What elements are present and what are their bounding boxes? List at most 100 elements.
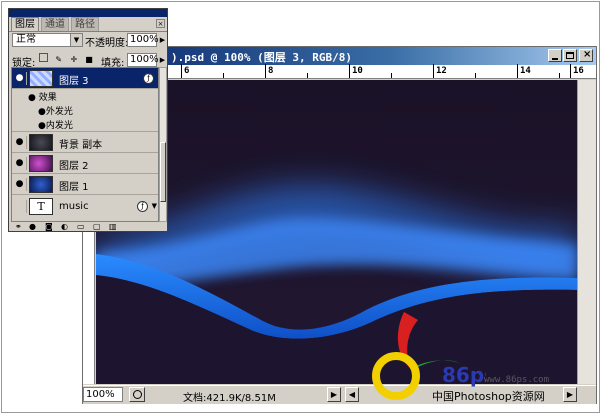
document-title: ).psd @ 100% (图层 3, RGB/8) bbox=[171, 51, 352, 64]
eye-icon[interactable]: ● bbox=[13, 157, 27, 170]
scrollbar-thumb[interactable] bbox=[160, 142, 166, 202]
opacity-field[interactable]: 100% bbox=[127, 33, 159, 47]
link-icon[interactable]: ⚭ bbox=[15, 223, 22, 231]
ruler-tick bbox=[391, 73, 392, 78]
lock-transparency-icon[interactable] bbox=[39, 53, 48, 62]
eye-icon[interactable]: ● bbox=[13, 178, 27, 191]
panel-tabs: 图层 通道 路径 × bbox=[9, 17, 167, 32]
panel-title-bar[interactable] bbox=[9, 9, 167, 17]
ruler-tick bbox=[517, 64, 518, 78]
blend-mode-select[interactable]: 正常 ▼ bbox=[12, 33, 83, 47]
fx-icon[interactable]: ƒ bbox=[137, 201, 148, 212]
eye-icon[interactable]: ● bbox=[13, 136, 27, 149]
layer-row-layer3[interactable]: ● 图层 3 ƒ bbox=[12, 68, 158, 89]
logo-text: 86ps bbox=[442, 363, 486, 387]
layer-row-layer2[interactable]: ● 图层 2 bbox=[12, 153, 158, 174]
close-button[interactable]: × bbox=[579, 49, 593, 62]
ruler-tick bbox=[559, 73, 560, 78]
effects-label: ● 效果 bbox=[28, 93, 57, 103]
maximize-icon bbox=[566, 52, 574, 59]
ruler-number: 16 bbox=[573, 66, 584, 76]
ruler-tick bbox=[265, 64, 266, 78]
site-name: 中国Photoshop资源网 bbox=[432, 390, 545, 403]
outer-glow-label: ●外发光 bbox=[38, 107, 73, 117]
ruler-number: 6 bbox=[184, 66, 190, 76]
fill-field[interactable]: 100% bbox=[127, 53, 159, 67]
layers-footer: ⚭ ● ◙ ◐ ▭ ▢ ▥ bbox=[11, 223, 167, 231]
lock-all-icon[interactable]: ■ bbox=[85, 55, 94, 64]
fx-icon[interactable]: ƒ bbox=[143, 73, 154, 84]
layer-name: 图层 2 bbox=[59, 161, 89, 172]
tab-layers[interactable]: 图层 bbox=[11, 17, 39, 31]
layer-style-icon[interactable]: ● bbox=[29, 223, 36, 231]
site-watermark: 86ps www.86ps.com 中国Photoshop资源网 bbox=[366, 292, 580, 412]
effects-row[interactable]: ● 效果 bbox=[12, 89, 158, 103]
layer-name: music bbox=[59, 201, 89, 212]
eye-icon[interactable]: ● bbox=[13, 72, 27, 85]
minimize-button[interactable] bbox=[548, 49, 562, 62]
layer-thumbnail bbox=[29, 176, 53, 193]
ruler-tick bbox=[307, 73, 308, 78]
lock-options: ✎ ✛ ■ bbox=[39, 53, 97, 65]
scroll-left-button[interactable]: ◀ bbox=[345, 387, 359, 402]
layer-name: 背景 副本 bbox=[59, 140, 103, 151]
tab-paths[interactable]: 路径 bbox=[71, 17, 99, 31]
group-icon[interactable]: ▭ bbox=[77, 223, 85, 231]
chevron-left-icon: ◀ bbox=[348, 390, 356, 399]
ruler-tick bbox=[570, 64, 571, 78]
zoom-field[interactable]: 100% bbox=[83, 387, 123, 402]
yellow-ring bbox=[372, 352, 420, 400]
ruler-number: 10 bbox=[352, 66, 363, 76]
ruler-tick bbox=[349, 64, 350, 78]
navigator-button[interactable] bbox=[129, 387, 145, 402]
layers-panel: 图层 通道 路径 × 正常 ▼ 不透明度: 100% ▶ 锁定: ✎ ✛ ■ 填… bbox=[8, 8, 168, 232]
layer-row-layer1[interactable]: ● 图层 1 bbox=[12, 174, 158, 195]
chevron-right-icon: ▶ bbox=[330, 390, 338, 399]
adjustment-icon[interactable]: ◐ bbox=[61, 223, 68, 231]
ruler-tick bbox=[475, 73, 476, 78]
document-size-info: 文档:421.9K/8.51M bbox=[183, 393, 276, 404]
trash-icon[interactable]: ▥ bbox=[109, 223, 117, 231]
ruler-tick bbox=[223, 73, 224, 78]
chevron-down-icon[interactable]: ▼ bbox=[152, 202, 157, 210]
lock-move-icon[interactable]: ✛ bbox=[69, 55, 78, 64]
visibility-toggle[interactable] bbox=[13, 200, 27, 213]
fill-dropdown-icon[interactable]: ▶ bbox=[158, 53, 167, 67]
close-icon: × bbox=[583, 49, 592, 60]
inner-glow-row[interactable]: ●内发光 bbox=[12, 117, 158, 132]
inner-glow-label: ●内发光 bbox=[38, 121, 73, 131]
close-icon: × bbox=[157, 20, 164, 28]
lock-brush-icon[interactable]: ✎ bbox=[54, 55, 63, 64]
layer-thumbnail bbox=[29, 155, 53, 172]
layer-name: 图层 1 bbox=[59, 182, 89, 193]
eye-icon[interactable]: ● bbox=[38, 107, 46, 117]
chevron-down-icon: ▼ bbox=[70, 34, 82, 46]
text-layer-icon: T bbox=[29, 198, 53, 215]
layer-thumbnail bbox=[29, 134, 53, 151]
ruler-number: 12 bbox=[436, 66, 447, 76]
eye-icon[interactable]: ● bbox=[28, 93, 36, 103]
status-menu-button[interactable]: ▶ bbox=[327, 387, 341, 402]
ruler-number: 14 bbox=[520, 66, 531, 76]
layers-scrollbar[interactable] bbox=[159, 67, 167, 222]
eye-icon[interactable]: ● bbox=[38, 121, 46, 131]
layer-row-background-copy[interactable]: ● 背景 副本 bbox=[12, 132, 158, 153]
tab-channels[interactable]: 通道 bbox=[41, 17, 69, 31]
circle-icon bbox=[133, 390, 142, 399]
mask-icon[interactable]: ◙ bbox=[45, 223, 53, 231]
panel-close-button[interactable]: × bbox=[156, 19, 165, 28]
outer-glow-row[interactable]: ●外发光 bbox=[12, 103, 158, 117]
ruler-tick bbox=[181, 64, 182, 78]
opacity-dropdown-icon[interactable]: ▶ bbox=[158, 33, 167, 47]
horizontal-ruler[interactable]: 4 6 8 10 12 14 16 bbox=[95, 64, 596, 79]
opacity-label: 不透明度: bbox=[85, 38, 129, 49]
site-url: www.86ps.com bbox=[484, 375, 550, 385]
layer-name: 图层 3 bbox=[59, 76, 89, 87]
ruler-number: 8 bbox=[268, 66, 274, 76]
layer-row-music[interactable]: T music ƒ ▼ bbox=[12, 195, 158, 219]
ruler-tick bbox=[433, 64, 434, 78]
maximize-button[interactable] bbox=[563, 49, 577, 62]
layer-thumbnail bbox=[29, 70, 53, 87]
layers-list: ● 图层 3 ƒ ● 效果 ●外发光 ●内发光 ● 背景 副本 ● 图层 2 ● bbox=[11, 67, 159, 222]
new-layer-icon[interactable]: ▢ bbox=[93, 223, 101, 231]
